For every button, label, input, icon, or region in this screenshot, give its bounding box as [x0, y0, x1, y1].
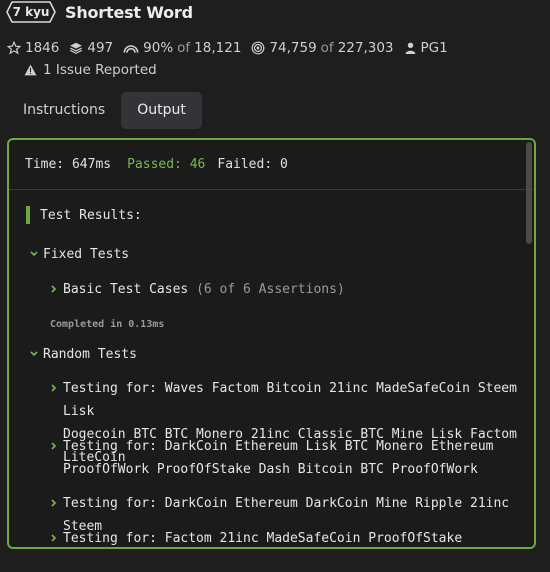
random-test-item[interactable]: Testing for: DarkCoin Ethereum Lisk BTC …	[49, 435, 493, 481]
chevron-right-icon	[51, 534, 57, 542]
assertions-count: (6 of 6 Assertions)	[196, 282, 345, 297]
completed-count: 74,759	[269, 40, 317, 56]
stars-count: 1846	[25, 40, 60, 56]
random-test-line-1: Testing for: DarkCoin Ethereum Lisk BTC …	[63, 439, 494, 454]
author-name: PG1	[420, 40, 448, 56]
satisfaction-of: of	[177, 40, 191, 56]
passed-label: Passed: 46	[127, 157, 206, 172]
random-test-line-1: Testing for: Waves Factom Bitcoin 21inc …	[63, 381, 517, 419]
failed-label: Failed: 0	[217, 157, 288, 172]
satisfaction-pct: 90%	[143, 40, 174, 56]
completed-stat: 74,759 of 227,303	[251, 40, 394, 56]
output-tabs: Instructions Output	[7, 92, 202, 129]
results-bar	[26, 206, 30, 224]
random-tests-label: Random Tests	[43, 347, 137, 362]
chevron-down-icon	[30, 351, 38, 357]
satisfaction-total: 18,121	[194, 40, 242, 56]
chevron-right-icon	[51, 442, 57, 450]
completed-of: of	[320, 40, 334, 56]
tab-output[interactable]: Output	[121, 92, 202, 129]
fixed-tests-group[interactable]: Fixed Tests	[29, 243, 129, 266]
author-stat[interactable]: PG1	[404, 40, 448, 56]
tab-instructions[interactable]: Instructions	[7, 92, 121, 129]
issues-label: 1 Issue Reported	[43, 62, 157, 78]
chevron-down-icon	[30, 251, 38, 257]
rainbow-icon	[123, 45, 139, 53]
fixed-tests-label: Fixed Tests	[43, 247, 130, 262]
kata-stats: 1846 497 90% of 18,121 74,759 of 227,303	[7, 38, 458, 58]
chevron-right-icon	[51, 499, 57, 507]
results-heading-label: Test Results:	[40, 207, 142, 223]
issues-link[interactable]: 1 Issue Reported	[24, 60, 157, 80]
target-icon	[252, 41, 265, 55]
random-test-line-2: ProofOfWork ProofOfStake Dash Bitcoin BT…	[63, 462, 478, 477]
collections-count: 497	[87, 40, 114, 56]
satisfaction-stat: 90% of 18,121	[123, 40, 241, 56]
random-test-line-1: Testing for: Factom 21inc MadeSafeCoin P…	[63, 531, 463, 546]
kata-title: Shortest Word	[65, 2, 193, 22]
collections-stat: 497	[69, 40, 113, 56]
chevron-right-icon	[51, 384, 57, 392]
test-summary: Time: 647ms Passed: 46 Failed: 0	[9, 140, 534, 190]
completed-total: 227,303	[337, 40, 394, 56]
warning-icon	[24, 64, 37, 76]
basic-test-cases[interactable]: Basic Test Cases (6 of 6 Assertions)	[49, 278, 345, 301]
random-tests-group[interactable]: Random Tests	[29, 343, 137, 366]
random-test-item[interactable]: Testing for: Factom 21inc MadeSafeCoin P…	[49, 527, 534, 547]
basic-test-cases-label: Basic Test Cases	[63, 282, 189, 297]
star-icon	[7, 41, 21, 55]
kata-header: 7 kyu Shortest Word	[6, 0, 193, 24]
layers-icon	[70, 42, 83, 54]
chevron-right-icon	[51, 285, 57, 293]
test-results-heading: Test Results:	[26, 206, 142, 224]
stars-stat[interactable]: 1846	[7, 40, 59, 56]
user-icon	[405, 42, 415, 54]
rank-label: 7 kyu	[12, 5, 50, 19]
output-panel: Time: 647ms Passed: 46 Failed: 0 Test Re…	[7, 138, 536, 549]
completed-time: Completed in 0.13ms	[50, 319, 165, 330]
time-label: Time: 647ms	[25, 157, 112, 172]
rank-badge: 7 kyu	[6, 1, 56, 23]
panel-scrollbar[interactable]	[526, 142, 532, 244]
